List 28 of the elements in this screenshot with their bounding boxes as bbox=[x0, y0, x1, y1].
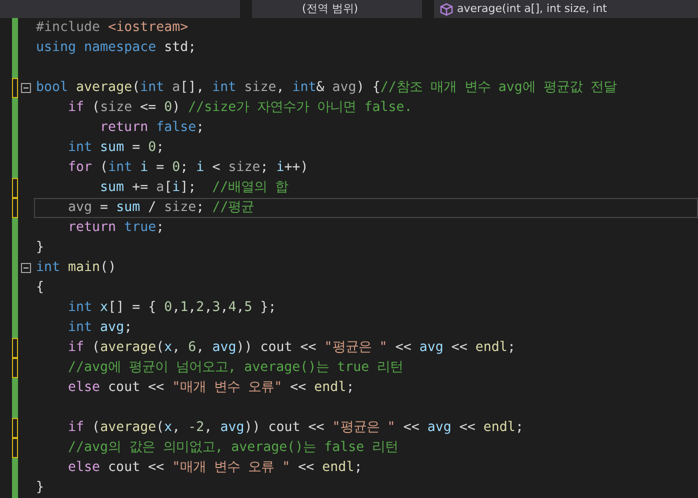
code-line: return false; bbox=[99, 119, 204, 137]
cube-icon bbox=[440, 2, 453, 16]
code-line: int sum = 0; bbox=[67, 139, 164, 157]
code-line: return true; bbox=[67, 219, 164, 237]
code-line: sum += a[i]; //배열의 합 bbox=[99, 179, 288, 197]
code-line: else cout << "매개 변수 오류 " << endl; bbox=[67, 459, 362, 477]
code-line: if (average(x, -2, avg)) cout << "평균은 " << avg << endl; bbox=[67, 419, 524, 437]
code-line: #include <iostream> bbox=[36, 19, 188, 37]
member-dropdown[interactable]: average(int a[], int size, int bbox=[434, 0, 698, 18]
code-line: if (average(x, 6, avg)) cout << "평균은 " << avg << endl; bbox=[67, 339, 516, 357]
code-line: int avg; bbox=[67, 319, 132, 337]
code-line: int main() bbox=[36, 259, 116, 277]
collapse-icon[interactable] bbox=[21, 83, 31, 93]
member-label: average(int a[], int size, int bbox=[457, 1, 607, 17]
code-line: avg = sum / size; //평균 bbox=[67, 199, 254, 217]
code-line: //avg의 값은 의미없고, average()는 false 리턴 bbox=[67, 439, 398, 457]
code-line: } bbox=[36, 479, 44, 497]
code-line: int x[] = { 0,1,2,3,4,5 }; bbox=[67, 299, 276, 317]
code-line: using namespace std; bbox=[36, 39, 196, 57]
code-line: { bbox=[36, 279, 44, 297]
code-line: if (size <= 0) //size가 자연수가 아니면 false. bbox=[67, 99, 412, 117]
code-line: //avg에 평균이 넘어오고, average()는 true 리턴 bbox=[67, 359, 404, 377]
code-line: } bbox=[36, 239, 44, 257]
code-line: for (int i = 0; i < size; i++) bbox=[67, 159, 308, 177]
collapse-icon[interactable] bbox=[21, 263, 31, 273]
code-line: else cout << "매개 변수 오류" << endl; bbox=[67, 379, 354, 397]
scope-dropdown[interactable]: (전역 범위) bbox=[252, 0, 422, 18]
code-line: bool average(int a[], int size, int& avg) {//참조 매개 변수 avg에 평균값 전달 bbox=[36, 79, 616, 97]
